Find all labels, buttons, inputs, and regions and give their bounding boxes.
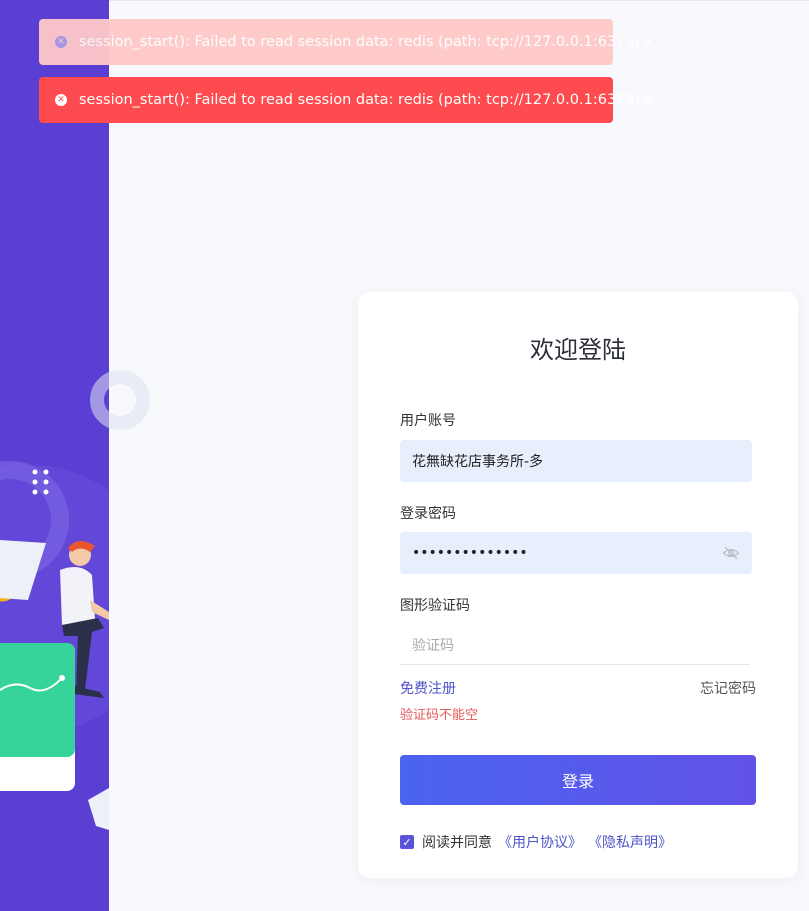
close-icon[interactable]: ✕ bbox=[642, 34, 655, 50]
toast-message: session_start(): Failed to read session … bbox=[79, 92, 641, 108]
toast-message: session_start(): Failed to read session … bbox=[79, 34, 641, 50]
error-circle-icon: ✕ bbox=[55, 94, 67, 106]
captcha-input[interactable]: 验证码 bbox=[400, 625, 750, 665]
agree-checkbox[interactable]: ✓ bbox=[400, 835, 414, 849]
agree-text: 阅读并同意 bbox=[422, 835, 492, 851]
account-label: 用户账号 bbox=[400, 413, 456, 429]
account-value: 花無缺花店事务所-多 bbox=[412, 454, 544, 470]
login-title: 欢迎登陆 bbox=[530, 336, 626, 364]
captcha-label: 图形验证码 bbox=[400, 598, 470, 614]
error-toast: ✕ session_start(): Failed to read sessio… bbox=[39, 77, 656, 123]
user-agreement-link[interactable]: 《用户协议》 bbox=[498, 832, 582, 852]
register-link[interactable]: 免费注册 bbox=[400, 678, 456, 698]
captcha-error-message: 验证码不能空 bbox=[400, 708, 479, 723]
decorative-ring bbox=[90, 370, 150, 430]
error-circle-icon: ✕ bbox=[55, 36, 67, 48]
password-label: 登录密码 bbox=[400, 506, 456, 522]
close-icon[interactable]: ✕ bbox=[642, 92, 655, 108]
captcha-placeholder: 验证码 bbox=[412, 637, 454, 654]
agreement-row: ✓ 阅读并同意 《用户协议》 《隐私声明》 bbox=[400, 832, 672, 852]
password-input[interactable]: •••••••••••••• bbox=[400, 532, 752, 574]
forgot-password-link[interactable]: 忘记密码 bbox=[700, 678, 756, 698]
eye-hidden-icon[interactable] bbox=[722, 544, 740, 562]
login-button[interactable]: 登录 bbox=[400, 755, 756, 805]
login-card: 欢迎登陆 用户账号 花無缺花店事务所-多 登录密码 ••••••••••••••… bbox=[358, 292, 798, 878]
error-toast-faded: ✕ session_start(): Failed to read sessio… bbox=[39, 19, 656, 65]
left-illustration-panel bbox=[0, 0, 109, 911]
privacy-policy-link[interactable]: 《隐私声明》 bbox=[588, 832, 672, 852]
account-input[interactable]: 花無缺花店事务所-多 bbox=[400, 440, 752, 482]
password-value: •••••••••••••• bbox=[412, 545, 528, 561]
login-illustration bbox=[0, 461, 109, 830]
